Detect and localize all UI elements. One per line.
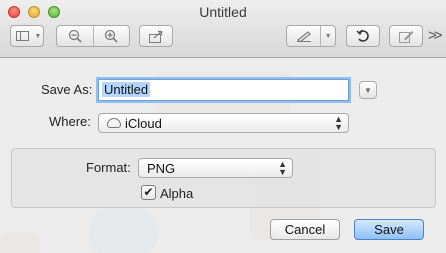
preview-window: Untitled ▼ ▼ >> Save As: Untitled ▼ Wher… (0, 0, 446, 253)
markup-menu-chevron-icon: ▼ (324, 32, 332, 40)
alpha-label[interactable]: Alpha (160, 186, 193, 201)
share-icon (148, 30, 162, 43)
markup-pen-icon (287, 26, 320, 46)
rotate-button[interactable] (346, 25, 380, 47)
share-button[interactable] (139, 25, 173, 47)
edit-icon (398, 30, 413, 43)
icloud-icon (107, 118, 121, 128)
zoom-control (56, 25, 130, 47)
zoom-in-icon (105, 29, 118, 43)
save-as-label: Save As: (41, 82, 93, 97)
file-name-text: Untitled (102, 82, 151, 97)
title-bar: Untitled ▼ ▼ >> (0, 0, 446, 58)
zoom-out-icon (68, 29, 82, 43)
format-value: PNG (147, 160, 176, 176)
format-popup[interactable]: PNG ▲ ▼ (138, 158, 293, 178)
zoom-out-button[interactable] (57, 26, 93, 46)
rotate-icon (356, 29, 369, 42)
format-label: Format: (86, 160, 131, 175)
popup-arrows-icon: ▲ ▼ (334, 114, 343, 132)
sidebar-menu-chevron-icon: ▼ (34, 32, 42, 40)
where-label: Where: (49, 114, 91, 129)
toolbar-overflow-chevron-icon[interactable]: >> (428, 27, 442, 44)
cancel-button[interactable]: Cancel (270, 219, 340, 240)
expand-dialog-button[interactable]: ▼ (359, 81, 377, 99)
markup-button[interactable]: ▼ (286, 25, 336, 47)
window-title: Untitled (199, 4, 247, 20)
format-options-box (11, 148, 436, 208)
disclosure-triangle-icon: ▼ (364, 85, 372, 95)
file-name-field[interactable]: Untitled (98, 79, 349, 101)
alpha-checkbox[interactable]: ✔ (141, 185, 156, 200)
checkmark-icon: ✔ (143, 185, 154, 199)
popup-arrows-icon: ▲ ▼ (278, 159, 287, 177)
where-value: iCloud (125, 115, 162, 131)
where-popup[interactable]: iCloud ▲ ▼ (98, 113, 349, 133)
save-button[interactable]: Save (354, 219, 424, 240)
zoom-in-button[interactable] (93, 26, 129, 46)
sidebar-icon (11, 26, 33, 46)
edit-toolbar-button[interactable] (389, 25, 423, 47)
sidebar-view-button[interactable]: ▼ (10, 25, 44, 47)
